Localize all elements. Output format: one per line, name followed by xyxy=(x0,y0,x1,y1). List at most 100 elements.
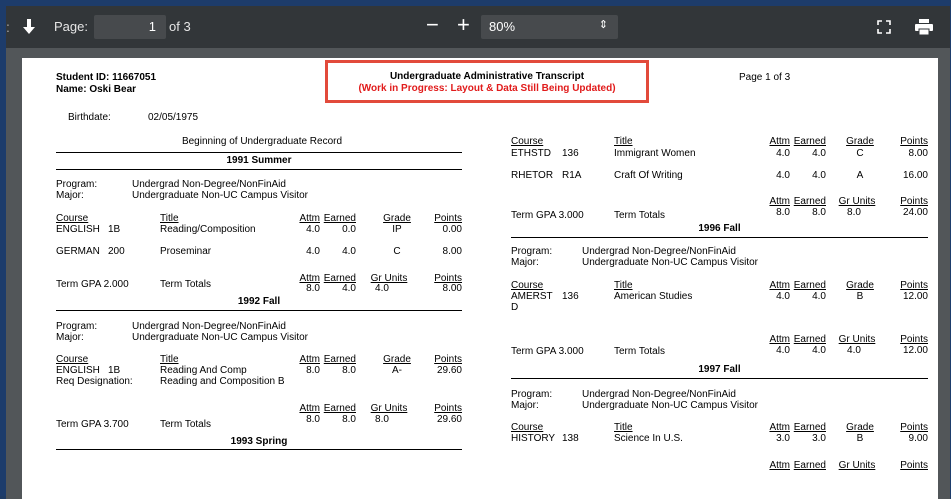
course-dept: HISTORY xyxy=(511,433,556,444)
total-attm: 8.0 xyxy=(776,207,790,218)
total-gr-units: 4.0 xyxy=(847,345,861,356)
col-gr-units: Gr Units xyxy=(838,460,876,471)
major-value: Undergraduate Non-UC Campus Visitor xyxy=(582,257,759,268)
col-attm: Attm xyxy=(299,354,320,365)
term-title-1997-fall: 1997 Fall xyxy=(698,364,741,375)
course-dept: GERMAN xyxy=(56,246,100,257)
course-num: 1B xyxy=(108,224,121,235)
col-course: Course xyxy=(56,354,89,365)
course-points: 16.00 xyxy=(902,170,928,181)
program-label: Program: xyxy=(56,179,98,190)
course-grade: IP xyxy=(392,224,402,235)
col-points: Points xyxy=(900,460,928,471)
fit-page-icon[interactable] xyxy=(874,17,894,37)
col-title: Title xyxy=(160,213,179,224)
total-gr-units: 8.0 xyxy=(847,207,861,218)
total-attm: 8.0 xyxy=(306,414,320,425)
course-points: 29.60 xyxy=(436,365,462,376)
course-num: 136 xyxy=(562,148,579,159)
col-attm: Attm xyxy=(769,422,790,433)
divider xyxy=(56,449,462,450)
col-attm: Attm xyxy=(769,136,790,147)
divider xyxy=(511,378,928,379)
col-earned: Earned xyxy=(323,354,356,365)
col-title: Title xyxy=(160,354,179,365)
term-gpa: Term GPA 3.700 xyxy=(56,419,129,430)
divider xyxy=(56,310,462,311)
course-title: Proseminar xyxy=(160,246,212,257)
program-label: Program: xyxy=(511,389,553,400)
term-totals-label: Term Totals xyxy=(614,210,665,221)
major-value: Undergraduate Non-UC Campus Visitor xyxy=(132,332,309,343)
pdf-toolbar: : Page: 1 of 3 − + 80% ⇕ xyxy=(6,6,950,48)
zoom-out-button[interactable]: − xyxy=(426,13,439,37)
total-attm: 4.0 xyxy=(776,345,790,356)
document-viewer[interactable]: Student ID: 11667051 Name: Oski Bear Und… xyxy=(6,48,950,499)
course-num: 200 xyxy=(108,246,125,257)
course-points: 12.00 xyxy=(902,291,928,302)
total-earned: 4.0 xyxy=(812,345,826,356)
course-grade: C xyxy=(393,246,401,257)
col-earned: Earned xyxy=(793,460,826,471)
course-points: 8.00 xyxy=(442,246,462,257)
page-number-input[interactable]: 1 xyxy=(94,15,166,39)
course-dept: ENGLISH xyxy=(56,224,100,235)
col-earned: Earned xyxy=(793,334,826,345)
zoom-in-button[interactable]: + xyxy=(457,13,470,37)
total-earned: 8.0 xyxy=(342,414,356,425)
major-value: Undergraduate Non-UC Campus Visitor xyxy=(132,190,309,201)
req-designation-value: Reading and Composition B xyxy=(160,376,285,387)
req-designation-label: Req Designation: xyxy=(56,376,133,387)
col-points: Points xyxy=(900,136,928,147)
total-attm: 8.0 xyxy=(306,283,320,294)
course-dept: AMERST xyxy=(511,291,553,302)
major-label: Major: xyxy=(56,190,84,201)
beginning-label: Beginning of Undergraduate Record xyxy=(181,136,343,147)
course-attm: 4.0 xyxy=(776,291,790,302)
col-earned: Earned xyxy=(323,213,356,224)
download-arrow-icon[interactable] xyxy=(18,16,40,38)
col-course: Course xyxy=(511,136,544,147)
course-attm: 3.0 xyxy=(776,433,790,444)
course-num: 138 xyxy=(562,433,579,444)
zoom-select[interactable]: 80% ⇕ xyxy=(481,15,618,39)
col-title: Title xyxy=(614,280,633,291)
divider xyxy=(511,237,928,238)
col-course: Course xyxy=(511,280,544,291)
course-title: American Studies xyxy=(614,291,693,302)
total-points: 29.60 xyxy=(436,414,462,425)
col-points: Points xyxy=(900,422,928,433)
major-value: Undergraduate Non-UC Campus Visitor xyxy=(582,400,759,411)
total-gr-units: 8.0 xyxy=(375,414,389,425)
transcript-title: Undergraduate Administrative Transcript xyxy=(389,71,585,82)
col-title: Title xyxy=(614,136,633,147)
term-totals-label: Term Totals xyxy=(614,346,665,357)
course-earned: 4.0 xyxy=(812,148,826,159)
col-points: Points xyxy=(900,196,928,207)
transcript-page: Student ID: 11667051 Name: Oski Bear Und… xyxy=(22,58,938,499)
col-gr-units: Gr Units xyxy=(370,403,408,414)
program-value: Undergrad Non-Degree/NonFinAid xyxy=(132,179,286,190)
col-grade: Grade xyxy=(383,213,411,224)
col-attm: Attm xyxy=(299,403,320,414)
col-title: Title xyxy=(614,422,633,433)
col-gr-units: Gr Units xyxy=(838,196,876,207)
term-title-1993-spring: 1993 Spring xyxy=(230,436,288,447)
col-points: Points xyxy=(434,213,462,224)
course-attm: 8.0 xyxy=(306,365,320,376)
total-gr-units: 4.0 xyxy=(375,283,389,294)
course-num: 136 xyxy=(562,291,579,302)
col-points: Points xyxy=(900,280,928,291)
col-grade: Grade xyxy=(846,136,874,147)
course-attm: 4.0 xyxy=(776,170,790,181)
print-icon[interactable] xyxy=(912,16,936,38)
major-label: Major: xyxy=(56,332,84,343)
course-attm: 4.0 xyxy=(306,224,320,235)
course-points: 8.00 xyxy=(908,148,928,159)
sidebar-toggle-icon[interactable]: : xyxy=(6,18,12,36)
course-num: R1A xyxy=(562,170,582,181)
total-points: 24.00 xyxy=(902,207,928,218)
divider xyxy=(56,152,462,153)
course-earned: 4.0 xyxy=(342,246,356,257)
term-gpa: Term GPA 2.000 xyxy=(56,279,129,290)
